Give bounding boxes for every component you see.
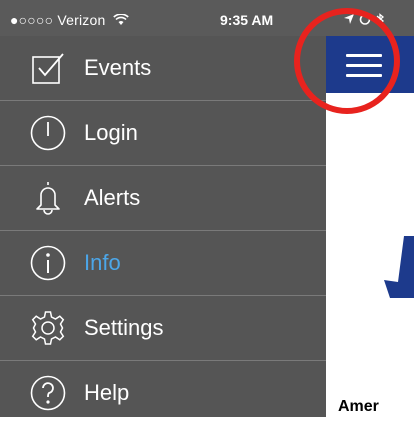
menu-item-label: Help [84, 380, 130, 405]
highlight-circle [294, 8, 400, 114]
wifi-icon [112, 13, 129, 25]
menu-item-label: Events [84, 55, 152, 80]
clock: 9:35 AM [220, 12, 274, 28]
menu-item-label: Login [84, 120, 138, 145]
navigation-drawer: Events Login Alerts Info Settings Help [0, 36, 326, 417]
menu-item-label: Info [84, 250, 121, 275]
menu-item-settings[interactable]: Settings [0, 296, 326, 360]
info-icon [28, 243, 68, 283]
checkbox-icon [28, 48, 68, 88]
menu-item-info[interactable]: Info [0, 231, 326, 295]
help-icon [28, 373, 68, 413]
power-icon [28, 113, 68, 153]
content-partial-text: Amer [338, 398, 379, 415]
menu-item-events[interactable]: Events [0, 36, 326, 100]
bell-icon [28, 178, 68, 218]
menu-item-label: Alerts [84, 185, 141, 210]
menu-item-label: Settings [84, 315, 164, 340]
carrier-label: ●○○○○ Verizon [10, 12, 129, 28]
menu-item-help[interactable]: Help [0, 361, 326, 425]
logo-fragment [384, 236, 414, 298]
menu-item-alerts[interactable]: Alerts [0, 166, 326, 230]
gear-icon [28, 308, 68, 348]
menu-item-login[interactable]: Login [0, 101, 326, 165]
